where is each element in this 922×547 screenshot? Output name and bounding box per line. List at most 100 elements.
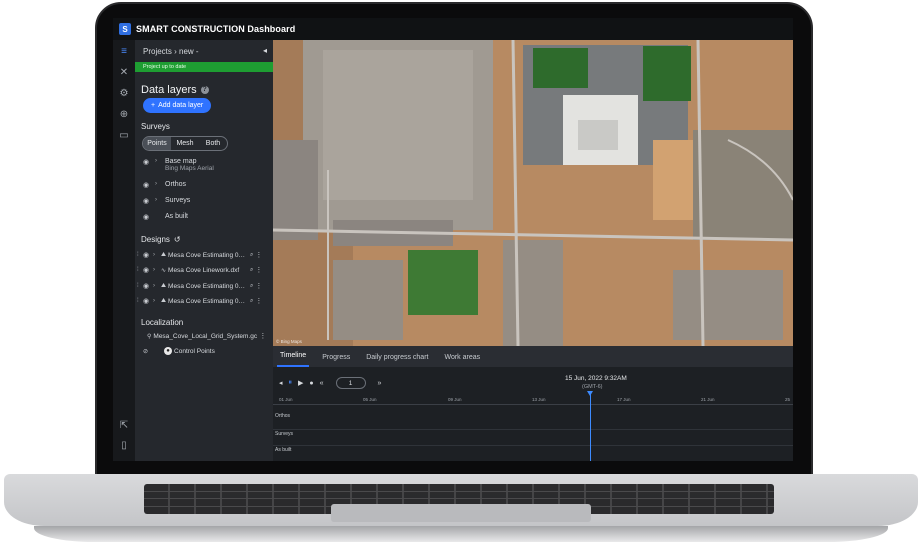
pause-icon[interactable]: ⏸	[289, 379, 293, 387]
chevron-right-icon[interactable]: ›	[153, 298, 159, 304]
tab-daily-progress-chart[interactable]: Daily progress chart	[363, 354, 431, 367]
timeline-row-label: Orthos	[275, 413, 291, 419]
axis-tick: 25	[785, 397, 791, 402]
mode-points[interactable]: Points	[143, 137, 171, 150]
zoom-to-icon[interactable]: ⌕	[250, 252, 253, 259]
icon-rail: ≡ ✕ ⚙ ⊕ ▭ ⇱ ▯ ▤	[113, 40, 135, 461]
skip-start-icon[interactable]: ◂	[279, 379, 283, 387]
tab-timeline[interactable]: Timeline	[277, 352, 310, 367]
localization-row[interactable]: ⚲ Mesa_Cove_Local_Grid_System.gc3 ⋮	[147, 331, 281, 341]
chevron-right-icon[interactable]: ›	[155, 181, 161, 187]
eye-icon[interactable]: ◉	[143, 213, 151, 221]
tools-icon[interactable]: ✕	[118, 67, 130, 79]
drag-handle-icon[interactable]: ⁞	[137, 267, 141, 273]
more-options-icon[interactable]: ⋮	[259, 332, 266, 340]
zoom-to-icon[interactable]: ⌕	[250, 283, 253, 290]
chevron-right-icon[interactable]: ›	[153, 267, 159, 273]
tab-progress[interactable]: Progress	[319, 354, 353, 367]
axis-tick: 17 Jun	[617, 397, 631, 402]
control-points-row[interactable]: ⊘ ● Control Points	[143, 346, 277, 356]
eye-icon[interactable]: ◉	[143, 158, 151, 166]
axis-tick: 05 Jun	[363, 397, 377, 402]
app-screen: S SMART CONSTRUCTION Dashboard ≡ ✕ ⚙ ⊕ ▭…	[113, 18, 793, 461]
eye-off-icon[interactable]: ⊘	[143, 348, 148, 355]
drag-handle-icon[interactable]: ⁞	[137, 298, 141, 304]
survey-mode-toggle[interactable]: Points Mesh Both	[142, 136, 228, 151]
collapse-panel-icon[interactable]: ◂	[263, 46, 267, 55]
eye-icon[interactable]: ◉	[143, 266, 151, 274]
add-data-layer-button[interactable]: + Add data layer	[143, 98, 212, 113]
surveys-heading: Surveys	[141, 122, 170, 131]
layer-as-built[interactable]: ◉ › As built	[143, 213, 188, 221]
map-imagery[interactable]	[273, 40, 793, 346]
chevron-right-icon[interactable]: ›	[153, 252, 159, 258]
more-options-icon[interactable]: ⋮	[255, 297, 262, 305]
layers-icon[interactable]: ≡	[118, 46, 130, 58]
drag-handle-icon[interactable]: ⁞	[137, 283, 141, 289]
localization-heading: Localization	[141, 318, 184, 327]
timeline-cursor-handle[interactable]	[587, 391, 593, 396]
folder-icon[interactable]: ▭	[118, 130, 130, 142]
chevron-right-icon[interactable]: ›	[153, 283, 159, 289]
drag-handle-icon[interactable]: ⁞	[137, 252, 141, 258]
zoom-to-icon[interactable]: ⌕	[250, 267, 253, 274]
more-options-icon[interactable]: ⋮	[255, 282, 262, 290]
layer-base-map[interactable]: ◉ › Base map Bing Maps Aerial	[143, 158, 214, 172]
axis-tick: 09 Jun	[448, 397, 462, 402]
more-options-icon[interactable]: ⋮	[255, 251, 262, 259]
row-divider	[273, 445, 793, 446]
app-logo-icon: S	[119, 23, 131, 35]
zoom-to-icon[interactable]: ⌕	[250, 298, 253, 305]
linework-icon: ∿	[161, 267, 167, 274]
design-row[interactable]: ⁞ ◉ › ⛰ Mesa Cove Estimating 051... ⌕ ⋮	[137, 296, 271, 306]
eye-icon[interactable]: ◉	[143, 181, 151, 189]
play-icon[interactable]: ▶	[298, 379, 303, 387]
axis-tick: 13 Jun	[532, 397, 546, 402]
trackpad	[331, 504, 591, 522]
stop-icon[interactable]: ●	[309, 380, 313, 387]
plus-icon: +	[151, 102, 156, 109]
layer-orthos[interactable]: ◉ › Orthos	[143, 181, 186, 189]
more-options-icon[interactable]: ⋮	[255, 266, 262, 274]
help-icon[interactable]: ?	[200, 86, 209, 94]
machine-icon[interactable]: ⊕	[118, 109, 130, 121]
layer-label: Surveys	[165, 197, 191, 204]
design-row[interactable]: ⁞ ◉ › ∿ Mesa Cove Linework.dxf ⌕ ⋮	[137, 265, 271, 275]
row-divider	[273, 429, 793, 430]
fast-forward-icon[interactable]: »	[378, 380, 382, 387]
step-input[interactable]: 1	[335, 377, 366, 389]
add-data-layer-label: Add data layer	[158, 102, 204, 109]
history-icon[interactable]: ↺	[174, 235, 181, 244]
axis-tick: 01 Jun	[279, 397, 293, 402]
eye-icon[interactable]: ◉	[143, 297, 151, 305]
mode-mesh[interactable]: Mesh	[171, 137, 199, 150]
open-external-icon[interactable]: ⇱	[118, 420, 130, 432]
mode-both[interactable]: Both	[199, 137, 227, 150]
data-layers-panel: Projects › new - ◂ Project up to date Da…	[135, 40, 273, 461]
chevron-right-icon[interactable]: ›	[155, 158, 161, 164]
control-point-icon: ●	[164, 347, 173, 355]
layer-surveys[interactable]: ◉ › Surveys	[143, 197, 190, 205]
layer-label: Base map	[165, 158, 197, 165]
design-name: Mesa Cove Estimating 051...	[168, 251, 249, 259]
design-row[interactable]: ⁞ ◉ › ⛰ Mesa Cove Estimating 051... ⌕ ⋮	[137, 250, 271, 260]
data-layers-title: Data layers	[141, 84, 197, 96]
timeline-cursor[interactable]	[590, 393, 591, 461]
eye-icon[interactable]: ◉	[143, 282, 151, 290]
app-title: SMART CONSTRUCTION Dashboard	[136, 24, 296, 34]
axis-tick: 21 Jun	[701, 397, 715, 402]
timeline-row-label: Surveys	[275, 431, 294, 437]
design-row[interactable]: ⁞ ◉ › ⛰ Mesa Cove Estimating 051... ⌕ ⋮	[137, 281, 271, 291]
surface-icon: ⛰	[161, 282, 167, 289]
rewind-icon[interactable]: «	[320, 380, 324, 387]
control-points-label: Control Points	[174, 347, 215, 355]
document-icon[interactable]: ▯	[118, 440, 130, 452]
eye-icon[interactable]: ◉	[143, 251, 151, 259]
eye-icon[interactable]: ◉	[143, 197, 151, 205]
designs-heading: Designs ↺	[141, 235, 181, 244]
gear-icon[interactable]: ⚙	[118, 88, 130, 100]
aerial-map[interactable]: © Bing Maps	[273, 40, 793, 346]
tab-work-areas[interactable]: Work areas	[441, 354, 483, 367]
chevron-right-icon[interactable]: ›	[155, 197, 161, 203]
project-selector[interactable]: Projects › new -	[135, 40, 273, 62]
